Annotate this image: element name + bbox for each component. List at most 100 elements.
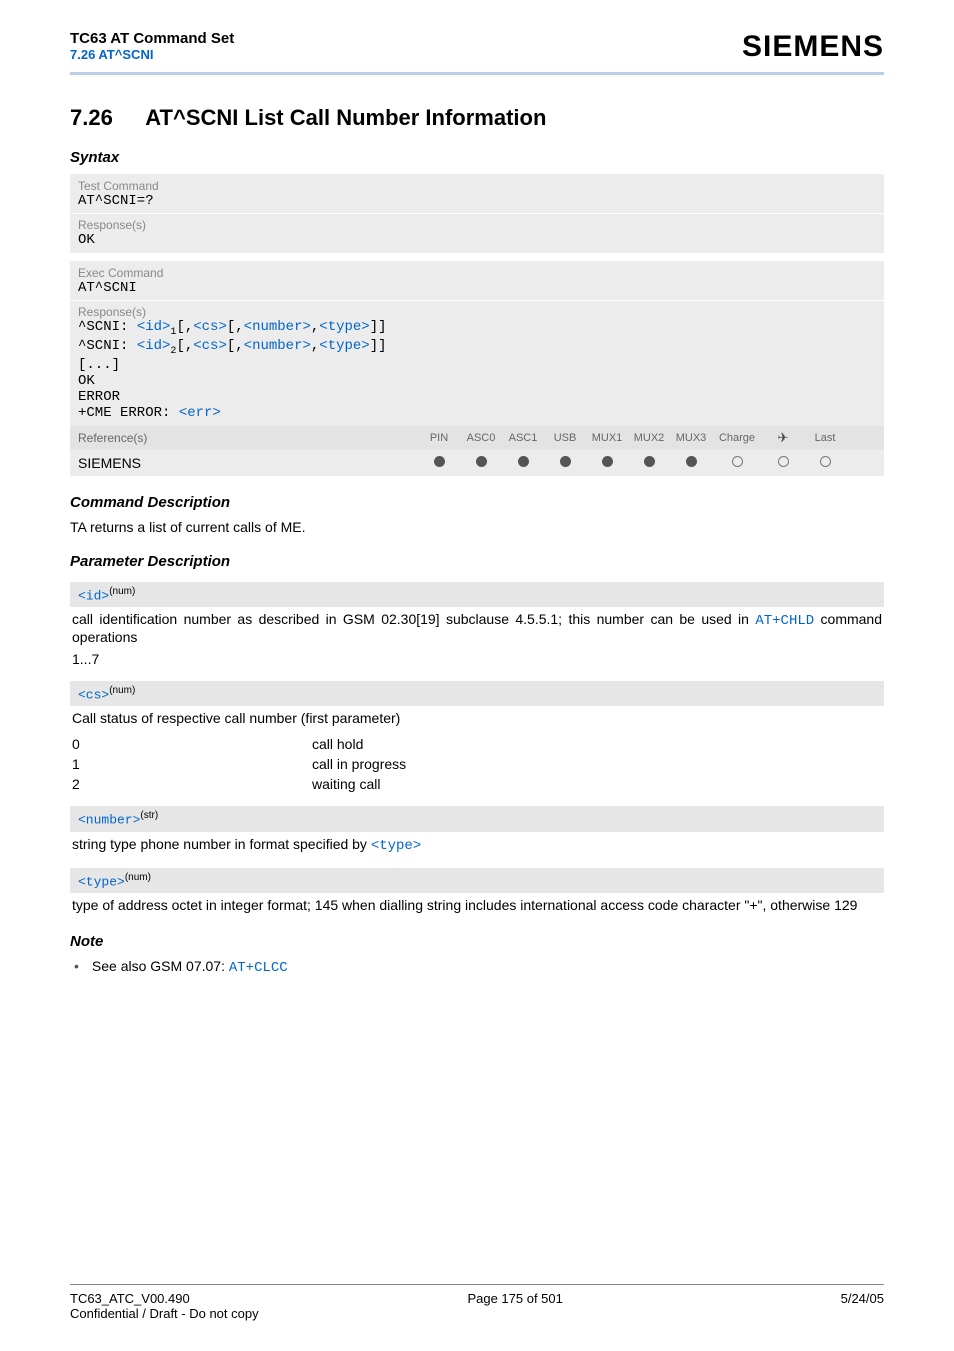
parameter-description-heading: Parameter Description xyxy=(70,553,884,570)
param-id-body: call identification number as described … xyxy=(70,607,884,647)
page-footer: TC63_ATC_V00.490 Page 175 of 501 5/24/05… xyxy=(70,1284,884,1321)
test-command-cmd: AT^SCNI=? xyxy=(78,193,876,209)
footer-divider xyxy=(70,1284,884,1285)
capability-dot xyxy=(804,456,846,470)
cme-prefix: +CME ERROR: xyxy=(78,405,179,421)
param-cs-text: Call status of respective call number (f… xyxy=(70,706,884,728)
dot-filled-icon xyxy=(602,456,613,467)
reference-columns: PIN ASC0 ASC1 USB MUX1 MUX2 MUX3 Charge … xyxy=(418,430,846,446)
param-cs-rows: 0call hold 1call in progress 2waiting ca… xyxy=(70,728,884,794)
capability-dot xyxy=(586,456,628,470)
footer-confidential: Confidential / Draft - Do not copy xyxy=(70,1306,884,1321)
param-id-range: 1...7 xyxy=(70,647,884,669)
footer-right: 5/24/05 xyxy=(841,1291,884,1306)
header-divider xyxy=(70,72,884,75)
param-id-sup: (num) xyxy=(109,586,135,597)
dot-filled-icon xyxy=(644,456,655,467)
reference-vendor-row: SIEMENS xyxy=(70,450,884,476)
capability-dot xyxy=(712,456,762,470)
reference-label: Reference(s) xyxy=(78,431,418,445)
capability-dots xyxy=(418,456,846,470)
cs-key-1: 1 xyxy=(72,756,312,772)
reference-header-row: Reference(s) PIN ASC0 ASC1 USB MUX1 MUX2… xyxy=(70,426,884,450)
cs-row-1: 1call in progress xyxy=(72,756,882,772)
at-chld-link[interactable]: AT+CHLD xyxy=(755,613,814,629)
footer-row: TC63_ATC_V00.490 Page 175 of 501 5/24/05 xyxy=(70,1291,884,1306)
col-mux2: MUX2 xyxy=(628,432,670,444)
test-command-label: Test Command xyxy=(78,179,876,193)
bullet-icon: • xyxy=(74,958,88,974)
col-asc0: ASC0 xyxy=(460,432,502,444)
capability-dot xyxy=(460,456,502,470)
doc-subsection: 7.26 AT^SCNI xyxy=(70,47,234,62)
exec-response-label: Response(s) xyxy=(78,305,876,319)
cs-token-2: <cs> xyxy=(193,338,227,354)
col-pin: PIN xyxy=(418,432,460,444)
dot-filled-icon xyxy=(686,456,697,467)
cs-token: <cs> xyxy=(193,319,227,335)
dot-filled-icon xyxy=(518,456,529,467)
exec-ok: OK xyxy=(78,373,876,389)
capability-dot xyxy=(628,456,670,470)
capability-dot xyxy=(418,456,460,470)
param-id-header: <id>(num) xyxy=(70,582,884,607)
param-type-name: <type> xyxy=(78,874,125,889)
vendor-name: SIEMENS xyxy=(78,455,418,471)
exec-command-label: Exec Command xyxy=(78,266,876,280)
dot-filled-icon xyxy=(560,456,571,467)
section-number: 7.26 xyxy=(70,105,140,131)
param-number-name: <number> xyxy=(78,813,140,828)
header-left: TC63 AT Command Set 7.26 AT^SCNI xyxy=(70,30,234,62)
dot-open-icon xyxy=(732,456,743,467)
dot-filled-icon xyxy=(476,456,487,467)
cs-row-2: 2waiting call xyxy=(72,776,882,792)
cs-key-2: 2 xyxy=(72,776,312,792)
page-header: TC63 AT Command Set 7.26 AT^SCNI SIEMENS xyxy=(70,0,884,72)
doc-title: TC63 AT Command Set xyxy=(70,30,234,47)
section-title: 7.26 AT^SCNI List Call Number Informatio… xyxy=(70,105,884,131)
syntax-heading: Syntax xyxy=(70,149,884,166)
param-cs-sup: (num) xyxy=(109,685,135,696)
capability-dot xyxy=(502,456,544,470)
err-token: <err> xyxy=(179,405,221,421)
exec-response-line1: ^SCNI: <id>1[,<cs>[,<number>,<type>]] xyxy=(78,319,876,338)
test-response: OK xyxy=(78,232,876,248)
param-cs-name: <cs> xyxy=(78,687,109,702)
cs-row-0: 0call hold xyxy=(72,736,882,752)
param-type-sup: (num) xyxy=(125,872,151,883)
exec-cme: +CME ERROR: <err> xyxy=(78,405,876,421)
col-mux3: MUX3 xyxy=(670,432,712,444)
at-clcc-link[interactable]: AT+CLCC xyxy=(229,960,288,976)
exec-error: ERROR xyxy=(78,389,876,405)
type-token: <type> xyxy=(319,319,369,335)
param-type-header: <type>(num) xyxy=(70,868,884,893)
line2-prefix: ^SCNI: xyxy=(78,338,137,354)
param-number-sup: (str) xyxy=(140,810,158,821)
section-name: AT^SCNI List Call Number Information xyxy=(145,105,546,130)
command-description-text: TA returns a list of current calls of ME… xyxy=(70,519,884,535)
cs-val-1: call in progress xyxy=(312,756,406,772)
line1-prefix: ^SCNI: xyxy=(78,319,137,335)
col-asc1: ASC1 xyxy=(502,432,544,444)
type-link[interactable]: <type> xyxy=(371,838,421,854)
exec-response-line2: ^SCNI: <id>2[,<cs>[,<number>,<type>]] xyxy=(78,338,876,357)
note-heading: Note xyxy=(70,933,884,950)
footer-left: TC63_ATC_V00.490 xyxy=(70,1291,190,1306)
cs-val-2: waiting call xyxy=(312,776,380,792)
capability-dot xyxy=(762,456,804,470)
cs-key-0: 0 xyxy=(72,736,312,752)
id-token-2: <id> xyxy=(137,338,171,354)
col-charge: Charge xyxy=(712,432,762,444)
param-number-text: string type phone number in format speci… xyxy=(72,836,371,852)
dot-filled-icon xyxy=(434,456,445,467)
param-id-text-before: call identification number as described … xyxy=(72,611,755,627)
exec-command-box: Exec Command AT^SCNI Response(s) ^SCNI: … xyxy=(70,261,884,426)
note-text: See also GSM 07.07: xyxy=(92,958,229,974)
exec-command-cmd: AT^SCNI xyxy=(78,280,876,296)
param-number-header: <number>(str) xyxy=(70,806,884,831)
col-last: Last xyxy=(804,432,846,444)
number-token-2: <number> xyxy=(244,338,311,354)
param-cs-header: <cs>(num) xyxy=(70,681,884,706)
param-type-text: type of address octet in integer format;… xyxy=(70,893,884,915)
command-description-heading: Command Description xyxy=(70,494,884,511)
